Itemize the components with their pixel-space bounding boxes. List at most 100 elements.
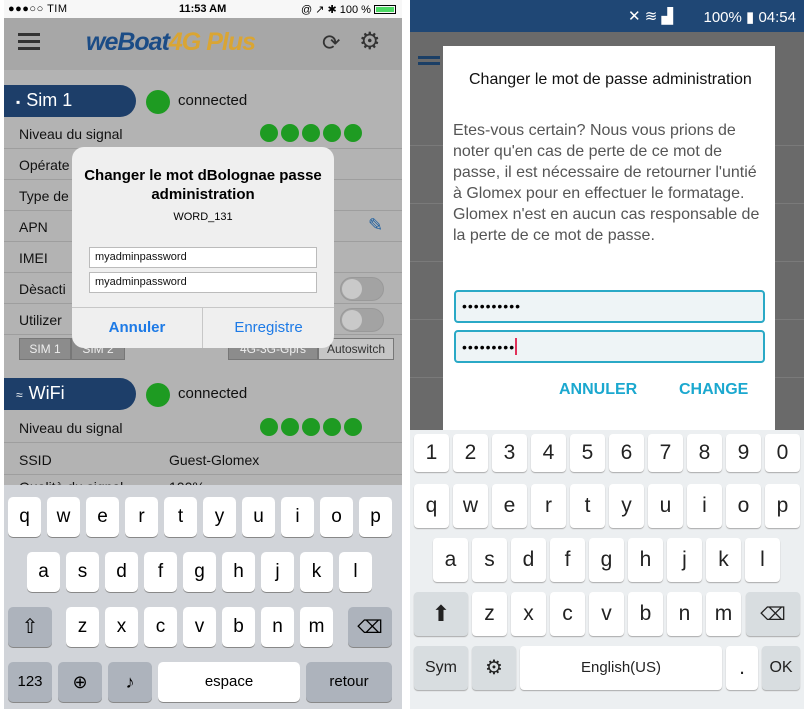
key[interactable]: l <box>339 552 372 592</box>
change-button[interactable]: CHANGE <box>679 381 748 399</box>
key[interactable]: x <box>105 607 138 647</box>
space-key[interactable]: English(US) <box>520 646 722 690</box>
key[interactable]: v <box>589 592 624 636</box>
key[interactable]: o <box>320 497 353 537</box>
key[interactable]: n <box>667 592 702 636</box>
sim-status-label: connected <box>178 92 248 109</box>
key[interactable]: i <box>281 497 314 537</box>
key[interactable]: a <box>433 538 468 582</box>
key[interactable]: 0 <box>765 434 800 472</box>
disable-toggle[interactable] <box>340 277 384 301</box>
settings-key-icon[interactable]: ⚙ <box>472 646 516 690</box>
key[interactable]: b <box>628 592 663 636</box>
key[interactable]: r <box>531 484 566 528</box>
key[interactable]: 9 <box>726 434 761 472</box>
key[interactable]: g <box>183 552 216 592</box>
key[interactable]: 6 <box>609 434 644 472</box>
key[interactable]: b <box>222 607 255 647</box>
key[interactable]: f <box>550 538 585 582</box>
key[interactable]: u <box>648 484 683 528</box>
return-key[interactable]: retour <box>306 662 392 702</box>
password-field[interactable]: •••••••••• <box>454 290 765 323</box>
wifi-icon: ≈ <box>16 388 23 402</box>
microphone-key-icon[interactable]: ♪ <box>108 662 152 702</box>
key[interactable]: l <box>745 538 780 582</box>
menu-icon[interactable] <box>418 56 440 70</box>
shift-key-icon[interactable]: ⬆ <box>414 592 468 636</box>
key[interactable]: s <box>66 552 99 592</box>
key[interactable]: j <box>261 552 294 592</box>
dialog-title: Changer le mot de passe administration <box>469 71 752 88</box>
key[interactable]: 5 <box>570 434 605 472</box>
row-label: Dèsacti <box>19 281 66 297</box>
key[interactable]: s <box>472 538 507 582</box>
key[interactable]: a <box>27 552 60 592</box>
key[interactable]: y <box>203 497 236 537</box>
shift-key-icon[interactable]: ⇧ <box>8 607 52 647</box>
key[interactable]: d <box>511 538 546 582</box>
period-key[interactable]: . <box>726 646 758 690</box>
key[interactable]: p <box>765 484 800 528</box>
key[interactable]: g <box>589 538 624 582</box>
dialog-title: Changer le mot dBolognae passe administr… <box>84 167 322 203</box>
ok-key[interactable]: OK <box>762 646 800 690</box>
key[interactable]: c <box>144 607 177 647</box>
key[interactable]: d <box>105 552 138 592</box>
key[interactable]: 8 <box>687 434 722 472</box>
key[interactable]: 3 <box>492 434 527 472</box>
key[interactable]: j <box>667 538 702 582</box>
key[interactable]: c <box>550 592 585 636</box>
key[interactable]: h <box>628 538 663 582</box>
key[interactable]: q <box>8 497 41 537</box>
key[interactable]: 1 <box>414 434 449 472</box>
key[interactable]: q <box>414 484 449 528</box>
space-key[interactable]: espace <box>158 662 300 702</box>
wifi-section-header: ≈ WiFi connected <box>4 378 402 412</box>
key[interactable]: z <box>472 592 507 636</box>
symbols-key[interactable]: Sym <box>414 646 468 690</box>
backspace-key-icon[interactable]: ⌫ <box>348 607 392 647</box>
globe-key-icon[interactable]: ⊕ <box>58 662 102 702</box>
key[interactable]: h <box>222 552 255 592</box>
key[interactable]: o <box>726 484 761 528</box>
key[interactable]: w <box>453 484 488 528</box>
edit-icon[interactable]: ✎ <box>368 215 383 236</box>
key[interactable]: p <box>359 497 392 537</box>
confirm-password-field[interactable]: myadminpassword <box>89 272 317 293</box>
dialog-buttons: Annuler Enregistre <box>72 307 334 348</box>
key[interactable]: r <box>125 497 158 537</box>
key[interactable]: e <box>492 484 527 528</box>
sim1-tab[interactable]: SIM 1 <box>19 338 71 360</box>
gear-icon[interactable]: ⚙ <box>359 27 381 56</box>
cancel-button[interactable]: ANNULER <box>559 381 637 399</box>
menu-icon[interactable] <box>18 33 40 51</box>
key[interactable]: x <box>511 592 546 636</box>
key[interactable]: w <box>47 497 80 537</box>
key[interactable]: 7 <box>648 434 683 472</box>
key[interactable]: 4 <box>531 434 566 472</box>
key[interactable]: y <box>609 484 644 528</box>
numbers-key[interactable]: 123 <box>8 662 52 702</box>
key[interactable]: v <box>183 607 216 647</box>
backspace-key-icon[interactable]: ⌫ <box>746 592 800 636</box>
sync-icon[interactable]: ⟳ <box>322 30 340 56</box>
key[interactable]: m <box>300 607 333 647</box>
key[interactable]: f <box>144 552 177 592</box>
key[interactable]: m <box>706 592 741 636</box>
cancel-button[interactable]: Annuler <box>72 308 203 348</box>
use-toggle[interactable] <box>340 308 384 332</box>
key[interactable]: t <box>164 497 197 537</box>
key[interactable]: z <box>66 607 99 647</box>
key[interactable]: 2 <box>453 434 488 472</box>
save-button[interactable]: Enregistre <box>203 308 334 348</box>
key[interactable]: t <box>570 484 605 528</box>
battery-icon <box>374 5 396 14</box>
password-field[interactable]: myadminpassword <box>89 247 317 268</box>
key[interactable]: i <box>687 484 722 528</box>
key[interactable]: e <box>86 497 119 537</box>
key[interactable]: n <box>261 607 294 647</box>
key[interactable]: u <box>242 497 275 537</box>
confirm-password-field[interactable]: ••••••••• <box>454 330 765 363</box>
key[interactable]: k <box>706 538 741 582</box>
key[interactable]: k <box>300 552 333 592</box>
